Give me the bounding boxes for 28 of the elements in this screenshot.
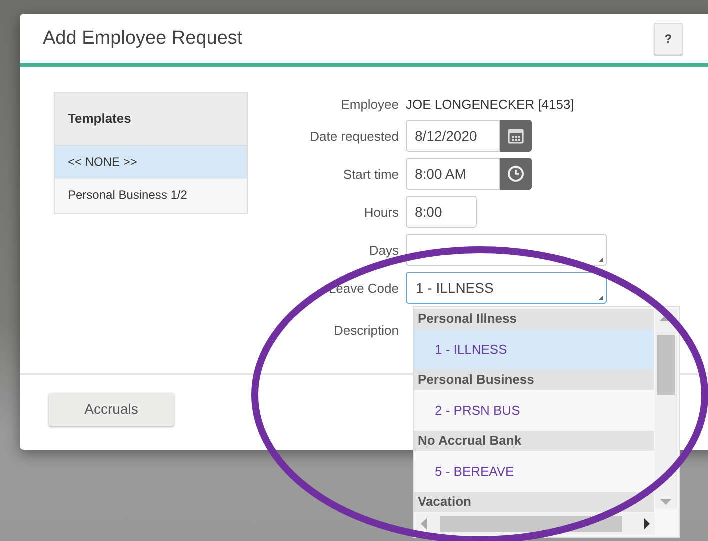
date-field[interactable]: 8/12/2020 xyxy=(406,120,500,152)
employee-name: JOE LONGENECKER [4153] xyxy=(406,96,574,112)
accruals-button[interactable]: Accruals xyxy=(49,392,174,426)
group-header: Vacation xyxy=(414,492,654,512)
dialog-title: Add Employee Request xyxy=(43,28,243,50)
select-field[interactable]: 1 - ILLNESS xyxy=(406,272,607,304)
field-label: Employee xyxy=(340,96,400,112)
dropdown-option[interactable]: 5 - BEREAVE xyxy=(414,451,654,492)
help-button[interactable]: ? xyxy=(654,22,683,54)
select-field[interactable] xyxy=(406,234,607,266)
clock-icon[interactable] xyxy=(500,158,532,190)
template-item[interactable]: << NONE >> xyxy=(55,146,247,179)
field-label: Description xyxy=(332,322,400,338)
field-label: Hours xyxy=(363,204,400,220)
dropdown-option[interactable]: 1 - ILLNESS xyxy=(414,329,654,370)
vertical-scrollbar[interactable] xyxy=(655,309,677,509)
time-field[interactable]: 8:00 AM xyxy=(406,158,500,190)
calendar-icon[interactable] xyxy=(500,120,532,152)
field-label: Days xyxy=(368,242,400,258)
template-item[interactable]: Personal Business 1/2 xyxy=(55,179,247,212)
group-header: No Accrual Bank xyxy=(414,431,654,451)
group-header: Personal Business xyxy=(414,370,654,390)
field-label: Date requested xyxy=(309,128,400,144)
field-label: Start time xyxy=(342,166,400,182)
templates-heading: Templates xyxy=(55,93,247,146)
dropdown-option[interactable]: 2 - PRSN BUS xyxy=(414,390,654,431)
group-header: Personal Illness xyxy=(414,309,654,329)
hours-field[interactable]: 8:00 xyxy=(406,196,477,228)
